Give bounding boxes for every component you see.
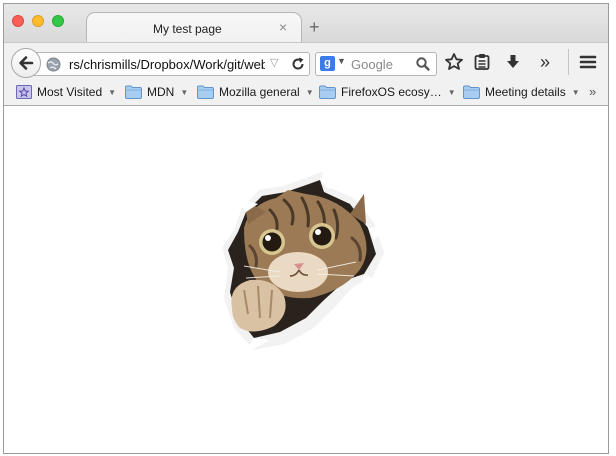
reading-list-icon[interactable] xyxy=(472,52,492,72)
hamburger-menu-icon[interactable] xyxy=(578,52,598,72)
reload-icon[interactable] xyxy=(290,56,306,72)
bookmarks-overflow-icon[interactable]: » xyxy=(589,84,596,99)
page-content xyxy=(4,106,608,453)
bookmark-folder-mozilla-general[interactable]: Mozilla general ▼ xyxy=(197,83,314,101)
folder-icon xyxy=(463,85,480,99)
new-tab-button[interactable]: + xyxy=(309,18,320,36)
bookmark-label: Meeting details xyxy=(485,85,566,99)
bookmark-folder-mdn[interactable]: MDN ▼ xyxy=(125,83,188,101)
folder-icon xyxy=(125,85,142,99)
search-icon[interactable] xyxy=(415,56,431,72)
tab-my-test-page[interactable]: My test page × xyxy=(86,12,302,43)
back-button[interactable] xyxy=(11,48,41,78)
download-icon[interactable] xyxy=(503,52,523,72)
tab-close-icon[interactable]: × xyxy=(279,19,287,35)
window-maximize-button[interactable] xyxy=(52,15,64,27)
search-engine-dropdown-icon[interactable]: ▼ xyxy=(337,56,346,66)
bookmark-label: MDN xyxy=(147,85,175,99)
globe-icon xyxy=(46,57,61,72)
chevron-down-icon: ▼ xyxy=(305,87,314,97)
search-bar[interactable]: g ▼ Google xyxy=(315,52,437,76)
tab-title: My test page xyxy=(153,22,222,36)
url-text[interactable]: rs/chrismills/Dropbox/Work/git/web- xyxy=(69,57,265,72)
folder-icon xyxy=(319,85,336,99)
url-history-dropdown-icon[interactable]: ▽ xyxy=(270,56,278,69)
bookmark-folder-meeting-details[interactable]: Meeting details ▼ xyxy=(463,83,580,101)
bookmark-label: FirefoxOS ecosy… xyxy=(341,85,442,99)
star-icon[interactable] xyxy=(444,52,464,72)
bookmarks-toolbar: Most Visited ▼ MDN ▼ Mozilla general ▼ F… xyxy=(4,80,608,106)
bookmark-folder-firefoxos-ecosystem[interactable]: FirefoxOS ecosy… ▼ xyxy=(319,83,456,101)
cat-peeking-image xyxy=(222,168,390,354)
most-visited-icon xyxy=(16,85,32,99)
bookmark-most-visited[interactable]: Most Visited ▼ xyxy=(16,83,116,101)
title-bar: My test page × + xyxy=(4,4,608,43)
chevron-down-icon: ▼ xyxy=(571,87,580,97)
overflow-chevrons-icon[interactable]: » xyxy=(540,53,550,71)
chevron-down-icon: ▼ xyxy=(108,87,117,97)
chevron-down-icon: ▼ xyxy=(447,87,456,97)
browser-window: My test page × + rs/chrismills/Dropbox/W… xyxy=(3,3,609,454)
search-placeholder[interactable]: Google xyxy=(351,57,393,72)
google-logo-icon[interactable]: g xyxy=(320,56,335,71)
window-minimize-button[interactable] xyxy=(32,15,44,27)
chevron-down-icon: ▼ xyxy=(180,87,189,97)
toolbar-separator xyxy=(568,49,569,75)
folder-icon xyxy=(197,85,214,99)
back-arrow-icon xyxy=(19,56,34,70)
navigation-toolbar: rs/chrismills/Dropbox/Work/git/web- ▽ g … xyxy=(4,42,608,80)
bookmark-label: Most Visited xyxy=(37,85,103,99)
url-bar[interactable]: rs/chrismills/Dropbox/Work/git/web- ▽ xyxy=(32,52,310,76)
bookmark-label: Mozilla general xyxy=(219,85,300,99)
window-close-button[interactable] xyxy=(12,15,24,27)
